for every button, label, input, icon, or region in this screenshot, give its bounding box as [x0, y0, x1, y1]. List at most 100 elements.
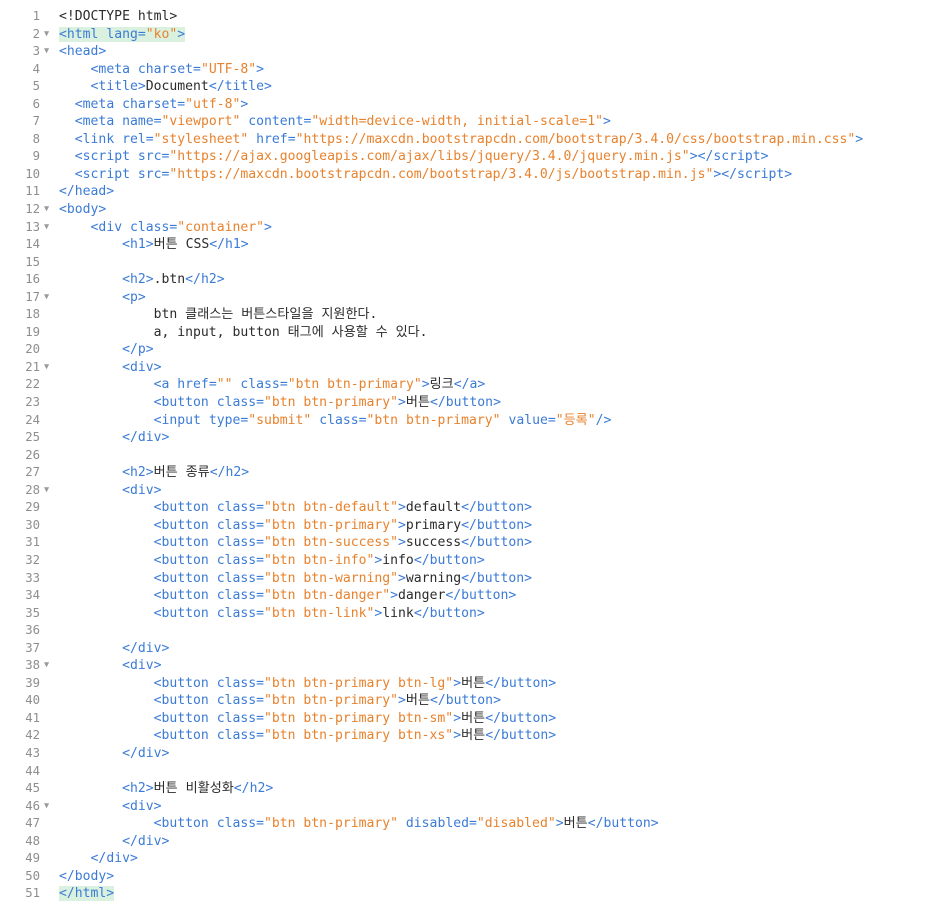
code-text: </div>: [122, 430, 170, 446]
code-text: <meta charset="utf-8">: [74, 96, 249, 112]
line-number: 39: [25, 675, 40, 690]
code-editor[interactable]: 1 <!DOCTYPE html> 2 ▼ <html lang="ko"> 3 ▼ <hea…: [0, 0, 950, 924]
line-number: 4: [32, 61, 40, 76]
code-line[interactable]: 31 <button class="btn btn-success">succe…: [0, 534, 950, 552]
code-line[interactable]: 25 </div>: [0, 429, 950, 447]
code-line[interactable]: 20 </p>: [0, 341, 950, 359]
code-text: <button class="btn btn-primary">primary<…: [153, 517, 533, 533]
fold-toggle-icon[interactable]: ▼: [44, 482, 56, 500]
code-line[interactable]: 5 <title>Document</title>: [0, 78, 950, 96]
code-line[interactable]: 15: [0, 254, 950, 272]
fold-toggle-icon: [44, 780, 56, 798]
code-line[interactable]: 48 </div>: [0, 833, 950, 851]
line-number: 11: [25, 184, 40, 199]
fold-toggle-icon[interactable]: ▼: [44, 798, 56, 816]
code-text: <script src="https://maxcdn.bootstrapcdn…: [74, 166, 793, 182]
code-text: <button class="btn btn-default">default<…: [153, 500, 533, 516]
code-line[interactable]: 33 <button class="btn btn-warning">warni…: [0, 570, 950, 588]
code-line[interactable]: 1 <!DOCTYPE html>: [0, 8, 950, 26]
code-line[interactable]: 40 <button class="btn btn-primary">버튼</b…: [0, 692, 950, 710]
fold-toggle-icon[interactable]: ▼: [44, 359, 56, 377]
code-line[interactable]: 9 <script src="https://ajax.googleapis.c…: [0, 148, 950, 166]
code-line[interactable]: 47 <button class="btn btn-primary" disab…: [0, 815, 950, 833]
line-number: 12: [25, 202, 40, 217]
line-number: 15: [25, 254, 40, 269]
code-text: </head>: [59, 184, 115, 200]
code-line[interactable]: 6 <meta charset="utf-8">: [0, 96, 950, 114]
code-text: <h2>.btn</h2>: [122, 272, 225, 288]
code-line[interactable]: 21 ▼ <div>: [0, 359, 950, 377]
line-number: 44: [25, 763, 40, 778]
fold-toggle-icon: [44, 376, 56, 394]
fold-toggle-icon[interactable]: ▼: [44, 657, 56, 675]
code-line[interactable]: 24 <input type="submit" class="btn btn-p…: [0, 412, 950, 430]
code-text: <meta name="viewport" content="width=dev…: [74, 114, 611, 130]
line-number: 35: [25, 605, 40, 620]
code-line[interactable]: 45 <h2>버튼 비활성화</h2>: [0, 780, 950, 798]
line-number: 3: [32, 44, 40, 59]
code-line[interactable]: 29 <button class="btn btn-default">defau…: [0, 499, 950, 517]
fold-toggle-icon: [44, 850, 56, 868]
line-number: 24: [25, 412, 40, 427]
code-line[interactable]: 26: [0, 447, 950, 465]
code-line[interactable]: 14 <h1>버튼 CSS</h1>: [0, 236, 950, 254]
code-line[interactable]: 51 </html>: [0, 885, 950, 903]
code-text: <div class="container">: [90, 219, 272, 235]
code-line[interactable]: 49 </div>: [0, 850, 950, 868]
code-line[interactable]: 7 <meta name="viewport" content="width=d…: [0, 113, 950, 131]
code-text: </body>: [59, 868, 115, 884]
code-line[interactable]: 35 <button class="btn btn-link">link</bu…: [0, 605, 950, 623]
code-line[interactable]: 44: [0, 763, 950, 781]
fold-toggle-icon: [44, 271, 56, 289]
code-line[interactable]: 37 </div>: [0, 640, 950, 658]
code-line[interactable]: 46 ▼ <div>: [0, 798, 950, 816]
fold-toggle-icon[interactable]: ▼: [44, 201, 56, 219]
fold-toggle-icon: [44, 236, 56, 254]
code-lines: 1 <!DOCTYPE html> 2 ▼ <html lang="ko"> 3 ▼ <hea…: [0, 8, 950, 903]
fold-toggle-icon: [44, 692, 56, 710]
fold-toggle-icon: [44, 61, 56, 79]
code-text: <button class="btn btn-danger">danger</b…: [153, 588, 517, 604]
fold-toggle-icon[interactable]: ▼: [44, 289, 56, 307]
code-text: btn 클래스는 버튼스타일을 지원한다.: [153, 307, 378, 323]
code-line[interactable]: 27 <h2>버튼 종류</h2>: [0, 464, 950, 482]
code-line[interactable]: 8 <link rel="stylesheet" href="https://m…: [0, 131, 950, 149]
code-line[interactable]: 12 ▼ <body>: [0, 201, 950, 219]
code-line[interactable]: 38 ▼ <div>: [0, 657, 950, 675]
code-text: <button class="btn btn-primary btn-sm">버…: [153, 710, 557, 726]
fold-toggle-icon: [44, 570, 56, 588]
code-line[interactable]: 34 <button class="btn btn-danger">danger…: [0, 587, 950, 605]
code-line[interactable]: 16 <h2>.btn</h2>: [0, 271, 950, 289]
code-line[interactable]: 17 ▼ <p>: [0, 289, 950, 307]
code-line[interactable]: 32 <button class="btn btn-info">info</bu…: [0, 552, 950, 570]
code-line[interactable]: 23 <button class="btn btn-primary">버튼</b…: [0, 394, 950, 412]
code-line[interactable]: 43 </div>: [0, 745, 950, 763]
code-line[interactable]: 28 ▼ <div>: [0, 482, 950, 500]
code-line[interactable]: 2 ▼ <html lang="ko">: [0, 26, 950, 44]
code-line[interactable]: 42 <button class="btn btn-primary btn-xs…: [0, 727, 950, 745]
code-text: <head>: [59, 44, 107, 60]
code-line[interactable]: 10 <script src="https://maxcdn.bootstrap…: [0, 166, 950, 184]
code-text: <title>Document</title>: [90, 79, 272, 95]
code-line[interactable]: 36: [0, 622, 950, 640]
code-line[interactable]: 30 <button class="btn btn-primary">prima…: [0, 517, 950, 535]
code-line[interactable]: 50 </body>: [0, 868, 950, 886]
line-number: 17: [25, 289, 40, 304]
code-text: <p>: [122, 289, 146, 305]
code-line[interactable]: 19 a, input, button 태그에 사용할 수 있다.: [0, 324, 950, 342]
code-line[interactable]: 41 <button class="btn btn-primary btn-sm…: [0, 710, 950, 728]
code-line[interactable]: 39 <button class="btn btn-primary btn-lg…: [0, 675, 950, 693]
code-line[interactable]: 22 <a href="" class="btn btn-primary">링크…: [0, 376, 950, 394]
code-line[interactable]: 11 </head>: [0, 183, 950, 201]
fold-toggle-icon[interactable]: ▼: [44, 26, 56, 44]
code-line[interactable]: 4 <meta charset="UTF-8">: [0, 61, 950, 79]
code-line[interactable]: 13 ▼ <div class="container">: [0, 219, 950, 237]
fold-toggle-icon: [44, 183, 56, 201]
fold-toggle-icon[interactable]: ▼: [44, 219, 56, 237]
fold-toggle-icon[interactable]: ▼: [44, 43, 56, 61]
code-line[interactable]: 18 btn 클래스는 버튼스타일을 지원한다.: [0, 306, 950, 324]
line-number: 38: [25, 658, 40, 673]
line-number: 8: [32, 131, 40, 146]
code-line[interactable]: 3 ▼ <head>: [0, 43, 950, 61]
code-text: </div>: [90, 851, 138, 867]
